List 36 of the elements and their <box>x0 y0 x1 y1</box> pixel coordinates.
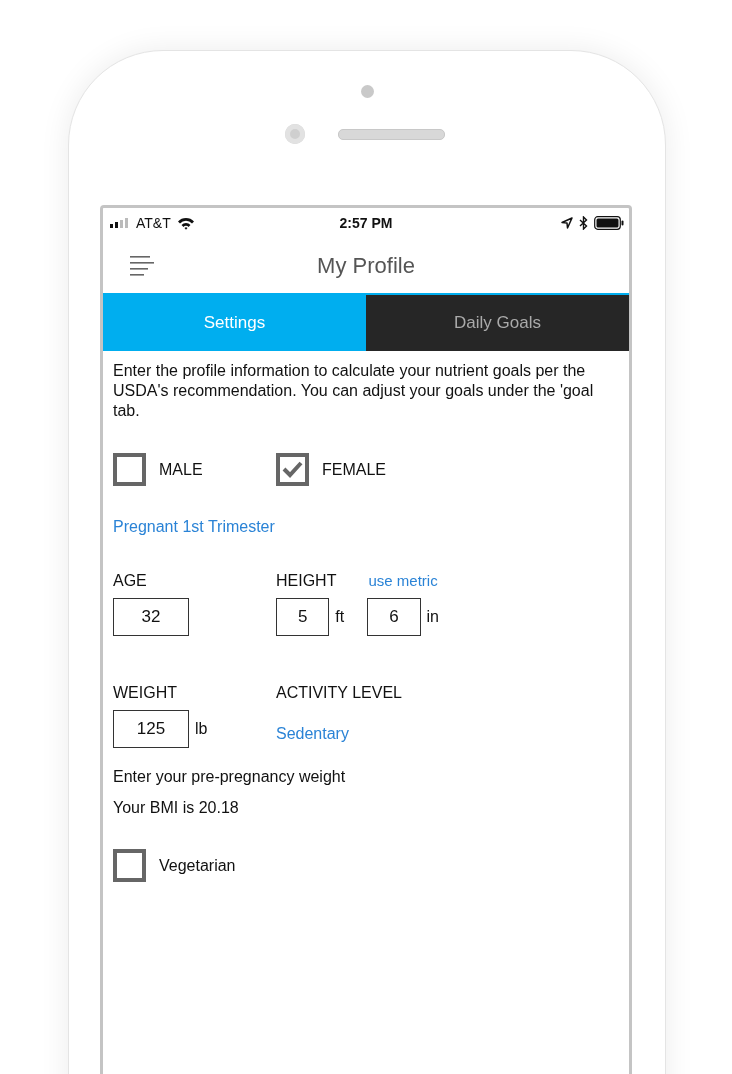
checkbox[interactable] <box>113 849 146 882</box>
bluetooth-icon <box>579 216 588 230</box>
unit-label: lb <box>195 720 208 738</box>
location-arrow-icon <box>561 217 573 229</box>
field-label: WEIGHT <box>113 684 178 702</box>
input-field[interactable]: 125 <box>113 710 189 748</box>
screen-title: My Profile <box>317 252 415 279</box>
input-field[interactable]: 32 <box>113 598 189 636</box>
activity-level-link[interactable]: Sedentary <box>276 725 439 743</box>
intro-text: Enter the profile information to calculate your nutrient goals per the USDA's recommendation. You can adjust your goals under the 'goal tab. <box>113 361 594 421</box>
unit-label: ft <box>335 608 345 626</box>
input-field[interactable]: 5 <box>276 598 330 636</box>
pregnancy-status-link[interactable]: Pregnant 1st Trimester <box>113 518 275 536</box>
wifi-icon <box>176 216 195 230</box>
bmi-text: Your BMI is 20.18 <box>113 799 239 817</box>
checkbox-label: MALE <box>159 460 203 479</box>
checkbox[interactable] <box>113 453 146 486</box>
menu-icon[interactable] <box>130 254 156 277</box>
weight-hint: Enter your pre-pregnancy weight <box>113 768 346 786</box>
sensor-icon <box>360 85 374 98</box>
field-label: AGE <box>113 572 148 590</box>
checkbox[interactable] <box>276 453 309 486</box>
checkbox-label: FEMALE <box>322 460 386 479</box>
carrier-name: AT&T <box>136 215 171 231</box>
camera-icon <box>285 124 305 144</box>
checkbox-label: Vegetarian <box>159 856 236 875</box>
unit-label: in <box>426 608 439 626</box>
input-field[interactable]: 6 <box>367 598 421 636</box>
battery-icon <box>594 216 624 230</box>
tab[interactable]: Daily Goals <box>366 295 629 351</box>
status-time: 2:57 PM <box>339 215 393 231</box>
metric-link[interactable]: use metric <box>368 572 438 589</box>
speaker-icon <box>338 128 445 140</box>
field-label: HEIGHT <box>276 572 337 590</box>
field-label: ACTIVITY LEVEL <box>276 684 403 702</box>
signal-icon <box>110 218 130 228</box>
